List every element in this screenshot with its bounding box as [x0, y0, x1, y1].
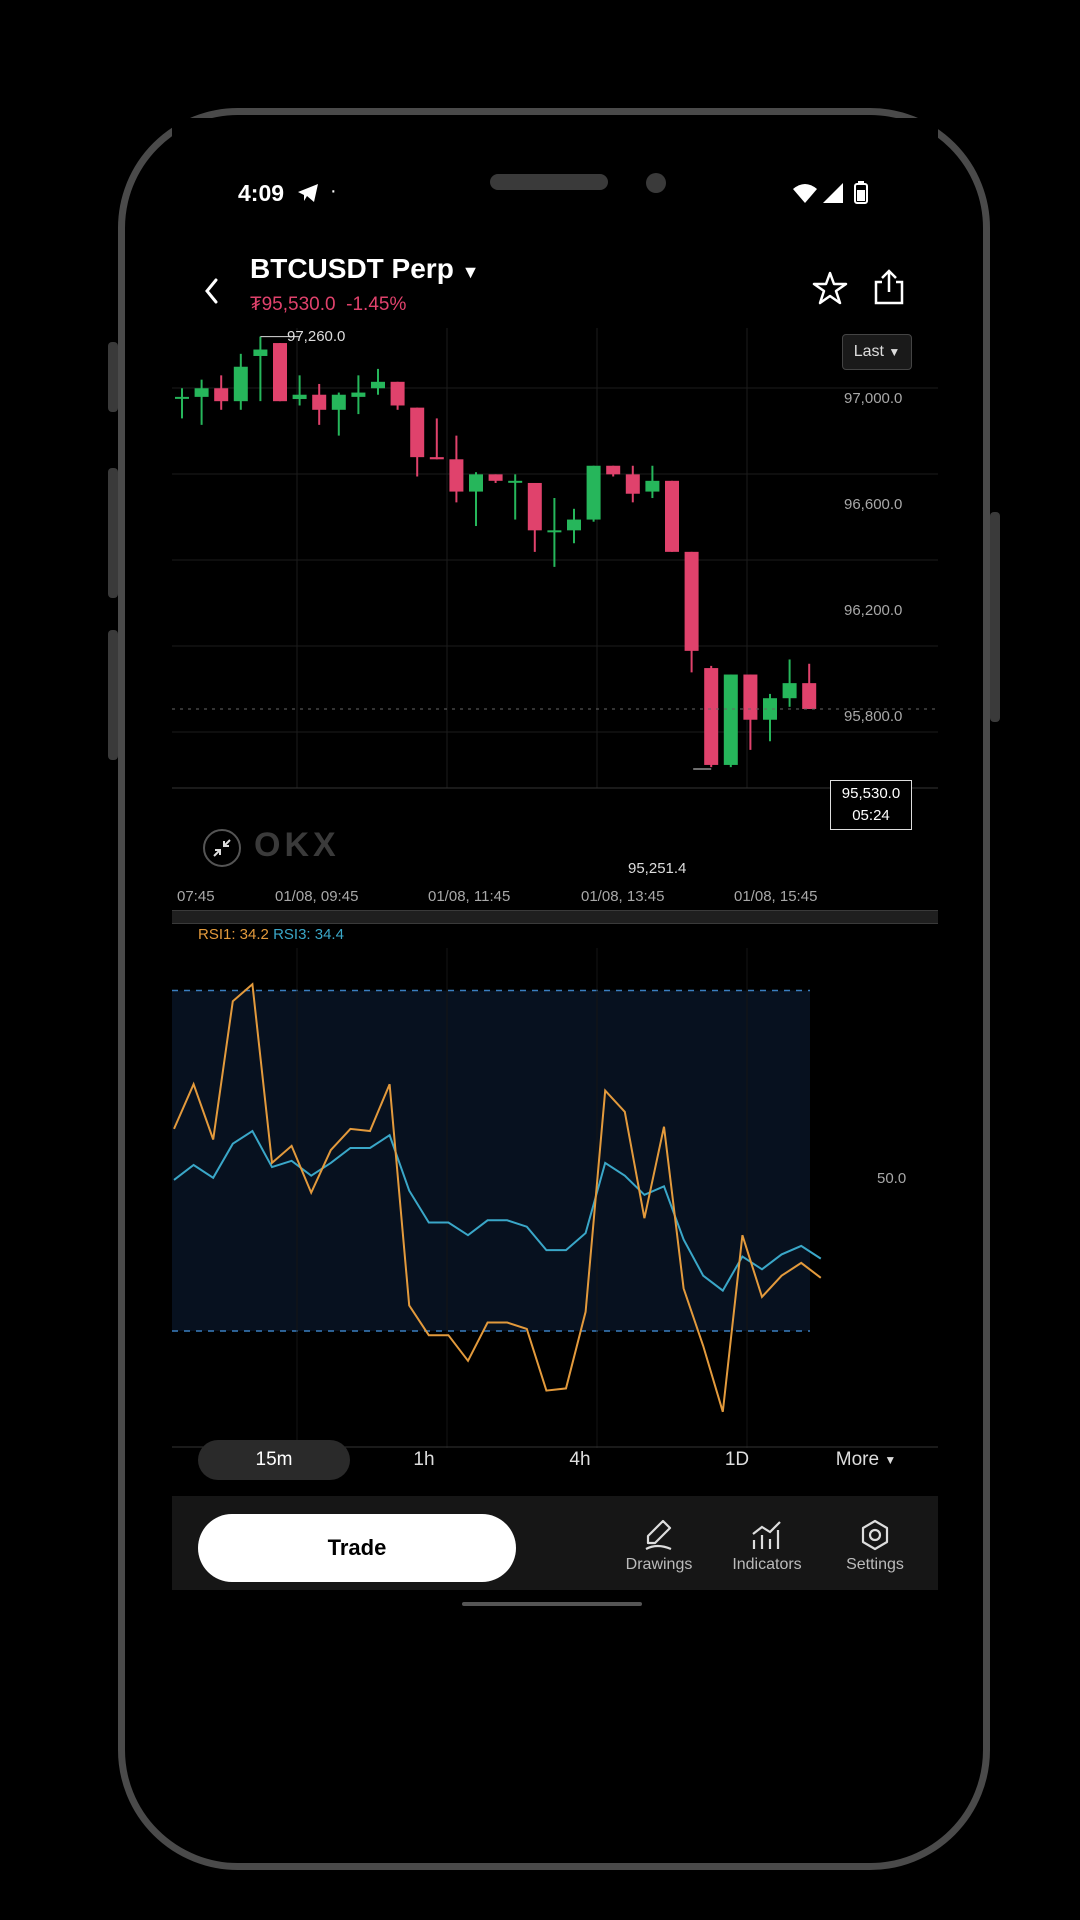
drawings-button[interactable]: Drawings — [614, 1518, 704, 1574]
price-summary: ₮95,530.0 -1.45% — [250, 294, 406, 316]
symbol-name: BTCUSDT Perp — [250, 253, 454, 284]
candle-body — [704, 668, 719, 765]
candle-body — [527, 482, 542, 531]
y-tick-3: 95,800.0 — [844, 708, 903, 725]
candle-body — [723, 674, 738, 765]
x-tick-0: 07:45 — [177, 888, 215, 905]
price-type-dropdown[interactable]: Last ▼ — [842, 334, 912, 370]
x-tick-4: 01/08, 15:45 — [734, 888, 818, 905]
current-price-label: 95,530.0 — [841, 785, 901, 802]
candle-body — [802, 683, 817, 709]
back-icon[interactable] — [202, 276, 222, 306]
x-tick-2: 01/08, 11:45 — [428, 888, 511, 905]
price-change: -1.45% — [346, 294, 407, 315]
phone-volume-down-button — [108, 630, 118, 760]
candle-body — [273, 343, 287, 402]
timeframe-1d[interactable]: 1D — [677, 1440, 797, 1480]
candle-body — [292, 394, 307, 400]
settings-button[interactable]: Settings — [830, 1518, 920, 1574]
candle-body — [469, 474, 483, 492]
settings-label: Settings — [846, 1556, 904, 1573]
candle-body — [782, 683, 797, 699]
high-label: 97,260.0 — [287, 328, 346, 345]
drawings-label: Drawings — [625, 1556, 693, 1573]
candle-body — [625, 474, 640, 494]
candle-body — [253, 349, 268, 356]
candle-body — [586, 465, 601, 520]
rsi-mid-tick: 50.0 — [877, 1170, 907, 1187]
candle-body — [429, 457, 444, 460]
more-timeframes-button[interactable]: More ▼ — [806, 1440, 926, 1480]
candle-body — [743, 674, 758, 720]
candle-body — [233, 366, 248, 402]
phone-power-button — [990, 512, 1000, 722]
symbol-title[interactable]: BTCUSDT Perp ▼ — [250, 253, 479, 285]
timeframe-4h[interactable]: 4h — [520, 1440, 640, 1480]
candle-body — [214, 388, 229, 402]
x-tick-1: 01/08, 09:45 — [275, 888, 359, 905]
indicators-button[interactable]: Indicators — [722, 1518, 812, 1574]
battery-icon — [854, 181, 868, 204]
candle-body — [331, 394, 346, 410]
timeframe-15m[interactable]: 15m — [198, 1440, 350, 1480]
candle-body — [547, 530, 562, 533]
y-tick-1: 96,600.0 — [844, 496, 903, 513]
candle-body — [645, 480, 660, 492]
candle-body — [390, 381, 405, 406]
status-time: 4:09 — [238, 180, 285, 206]
okx-watermark: OKX — [254, 826, 340, 864]
chevron-down-icon: ▼ — [461, 262, 480, 282]
rsi3-label: RSI3: 34.4 — [273, 926, 344, 943]
candle-body — [567, 519, 581, 531]
signal-icon — [823, 183, 843, 203]
indicators-label: Indicators — [732, 1556, 802, 1573]
collapse-icon[interactable] — [202, 828, 242, 868]
caret-down-icon: ▼ — [884, 1453, 897, 1467]
candle-body — [351, 392, 366, 397]
star-icon[interactable] — [812, 270, 848, 306]
candle-body — [684, 551, 699, 651]
candle-body — [488, 474, 503, 481]
more-label: More — [835, 1449, 880, 1470]
phone-volume-up-button — [108, 468, 118, 598]
countdown-label: 05:24 — [852, 807, 890, 824]
candle-body — [175, 396, 189, 399]
x-tick-3: 01/08, 13:45 — [581, 888, 665, 905]
candle-body — [665, 480, 679, 552]
rsi-legend: RSI1: 34.2 RSI3: 34.4 — [198, 926, 344, 943]
home-indicator — [462, 1602, 642, 1606]
speaker-pill — [490, 174, 608, 190]
wifi-icon — [793, 184, 817, 203]
current-price-box: 95,530.0 05:24 — [830, 780, 912, 830]
last-price: ₮95,530.0 — [250, 294, 336, 315]
timeframe-1h[interactable]: 1h — [364, 1440, 484, 1480]
settings-icon — [861, 1519, 889, 1551]
share-icon[interactable] — [872, 268, 906, 306]
candle-body — [606, 465, 621, 475]
candle-body — [312, 394, 327, 410]
price-type-label: Last — [853, 343, 884, 360]
status-dot: · — [330, 180, 337, 202]
pen-icon — [645, 1519, 672, 1551]
y-tick-2: 96,200.0 — [844, 602, 903, 619]
rsi-chart[interactable] — [172, 948, 938, 1448]
phone-side-button — [108, 342, 118, 412]
candle-body — [371, 381, 385, 389]
y-tick-0: 97,000.0 — [844, 390, 903, 407]
indicators-icon — [752, 1521, 781, 1549]
candle-body — [449, 459, 464, 492]
pane-divider[interactable] — [172, 910, 938, 924]
candle-body — [194, 388, 209, 397]
candle-body — [410, 407, 425, 458]
price-chart[interactable] — [172, 328, 938, 848]
telegram-icon — [298, 184, 318, 202]
candle-body — [508, 480, 523, 483]
low-label: 95,251.4 — [628, 860, 687, 877]
front-camera — [646, 173, 666, 193]
trade-button[interactable]: Trade — [198, 1514, 516, 1582]
app-screen: 4:09 · BTCUSDT Perp ▼ ₮95,530.0 -1.45% L… — [172, 118, 938, 1808]
caret-down-icon: ▼ — [888, 345, 901, 359]
rsi1-label: RSI1: 34.2 — [198, 926, 269, 943]
